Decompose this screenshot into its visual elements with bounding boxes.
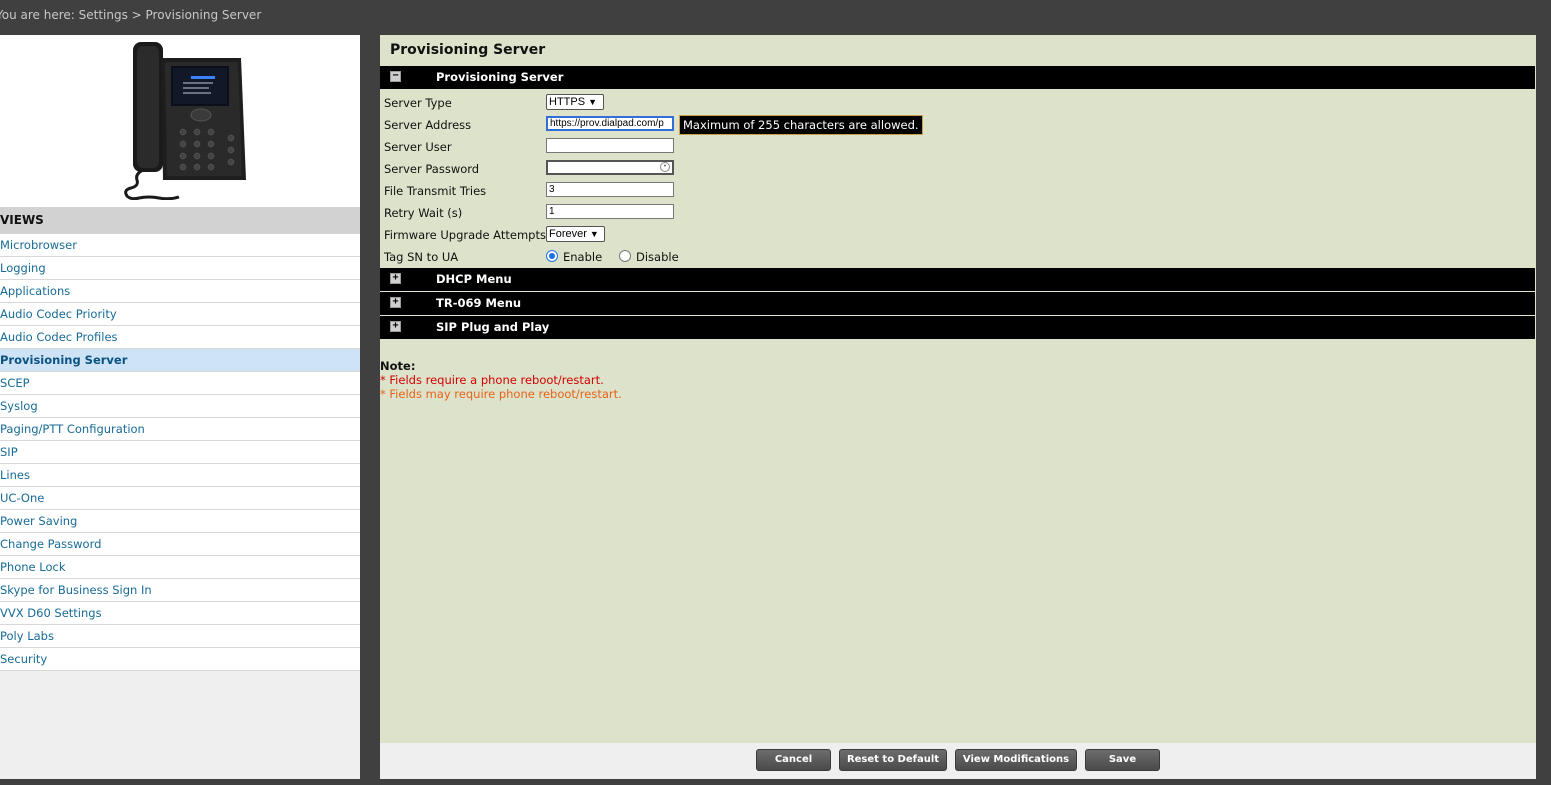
sidebar-item-lines[interactable]: Lines	[0, 464, 360, 487]
sidebar-item-logging[interactable]: Logging	[0, 257, 360, 280]
sidebar-item-change-password[interactable]: Change Password	[0, 533, 360, 556]
views-header: VIEWS	[0, 207, 360, 234]
note-reboot-required: * Fields require a phone reboot/restart.	[380, 373, 604, 387]
sidebar-item-microbrowser[interactable]: Microbrowser	[0, 234, 360, 257]
sidebar-item-uc-one[interactable]: UC-One	[0, 487, 360, 510]
tag-sn-disable-radio[interactable]	[619, 250, 631, 262]
sidebar-item-audio-codec-priority[interactable]: Audio Codec Priority	[0, 303, 360, 326]
chevron-down-icon: ▼	[589, 229, 599, 239]
cancel-button[interactable]: Cancel	[756, 749, 831, 771]
section-tr069-menu[interactable]: + TR-069 Menu	[380, 292, 1535, 315]
server-user-label: Server User	[384, 140, 452, 154]
note-title: Note:	[380, 359, 416, 373]
sidebar-item-audio-codec-profiles[interactable]: Audio Codec Profiles	[0, 326, 360, 349]
breadcrumb: You are here: Settings > Provisioning Se…	[0, 8, 262, 22]
expand-icon[interactable]: +	[390, 321, 401, 332]
section-dhcp-menu[interactable]: + DHCP Menu	[380, 268, 1535, 291]
desk-phone-image	[124, 42, 246, 200]
server-address-label: Server Address	[384, 118, 472, 132]
tag-sn-enable-radio[interactable]	[546, 250, 558, 262]
password-reveal-icon[interactable]: •	[660, 162, 670, 172]
file-transmit-tries-input[interactable]: 3	[546, 182, 674, 197]
tag-sn-enable-label: Enable	[563, 250, 603, 264]
server-user-input[interactable]	[546, 138, 674, 153]
server-address-tooltip: Maximum of 255 characters are allowed.	[679, 115, 923, 135]
section-title: SIP Plug and Play	[436, 320, 550, 334]
sidebar-item-vvx-d60-settings[interactable]: VVX D60 Settings	[0, 602, 360, 625]
section-title: Provisioning Server	[436, 70, 564, 84]
sidebar-item-syslog[interactable]: Syslog	[0, 395, 360, 418]
expand-icon[interactable]: +	[390, 273, 401, 284]
sidebar-item-scep[interactable]: SCEP	[0, 372, 360, 395]
sidebar-item-applications[interactable]: Applications	[0, 280, 360, 303]
section-title: TR-069 Menu	[436, 296, 522, 310]
save-button[interactable]: Save	[1085, 749, 1160, 771]
note-block: Note: * Fields require a phone reboot/re…	[380, 359, 622, 401]
firmware-upgrade-attempts-label: Firmware Upgrade Attempts	[384, 228, 546, 242]
tag-sn-to-ua-label: Tag SN to UA	[384, 250, 459, 264]
retry-wait-input[interactable]: 1	[546, 204, 674, 219]
section-title: DHCP Menu	[436, 272, 512, 286]
file-transmit-tries-label: File Transmit Tries	[384, 184, 487, 198]
sidebar-item-sip[interactable]: SIP	[0, 441, 360, 464]
expand-icon[interactable]: +	[390, 297, 401, 308]
section-sip-plug-and-play[interactable]: + SIP Plug and Play	[380, 316, 1535, 339]
main-panel: Provisioning Server − Provisioning Serve…	[380, 35, 1536, 743]
sidebar: VIEWS Microbrowser Logging Applications …	[0, 35, 360, 779]
server-type-select[interactable]: HTTPS ▼	[546, 94, 604, 110]
sidebar-item-phone-lock[interactable]: Phone Lock	[0, 556, 360, 579]
firmware-upgrade-attempts-select[interactable]: Forever ▼	[546, 226, 605, 242]
sidebar-item-poly-labs[interactable]: Poly Labs	[0, 625, 360, 648]
tag-sn-disable-label: Disable	[636, 250, 679, 264]
server-type-label: Server Type	[384, 96, 452, 110]
view-modifications-button[interactable]: View Modifications	[955, 749, 1077, 771]
sidebar-item-paging-ptt[interactable]: Paging/PTT Configuration	[0, 418, 360, 441]
section-provisioning-server[interactable]: − Provisioning Server	[380, 66, 1535, 89]
reset-to-default-button[interactable]: Reset to Default	[839, 749, 947, 771]
server-password-input[interactable]: •	[546, 160, 674, 175]
firmware-upgrade-attempts-value: Forever	[549, 228, 587, 240]
chevron-down-icon: ▼	[588, 97, 597, 107]
sidebar-item-provisioning-server[interactable]: Provisioning Server	[0, 349, 360, 372]
sidebar-item-skype-sign-in[interactable]: Skype for Business Sign In	[0, 579, 360, 602]
phone-image-area	[0, 35, 360, 207]
views-nav-list: Microbrowser Logging Applications Audio …	[0, 234, 360, 671]
sidebar-item-security[interactable]: Security	[0, 648, 360, 671]
sidebar-item-power-saving[interactable]: Power Saving	[0, 510, 360, 533]
page-title: Provisioning Server	[390, 42, 546, 58]
footer-actions: Cancel Reset to Default View Modificatio…	[380, 743, 1536, 779]
note-reboot-maybe: * Fields may require phone reboot/restar…	[380, 387, 622, 401]
retry-wait-label: Retry Wait (s)	[384, 206, 463, 220]
server-type-value: HTTPS	[549, 96, 586, 108]
server-password-label: Server Password	[384, 162, 480, 176]
collapse-icon[interactable]: −	[390, 71, 401, 82]
server-address-input[interactable]: https://prov.dialpad.com/p	[546, 116, 674, 131]
